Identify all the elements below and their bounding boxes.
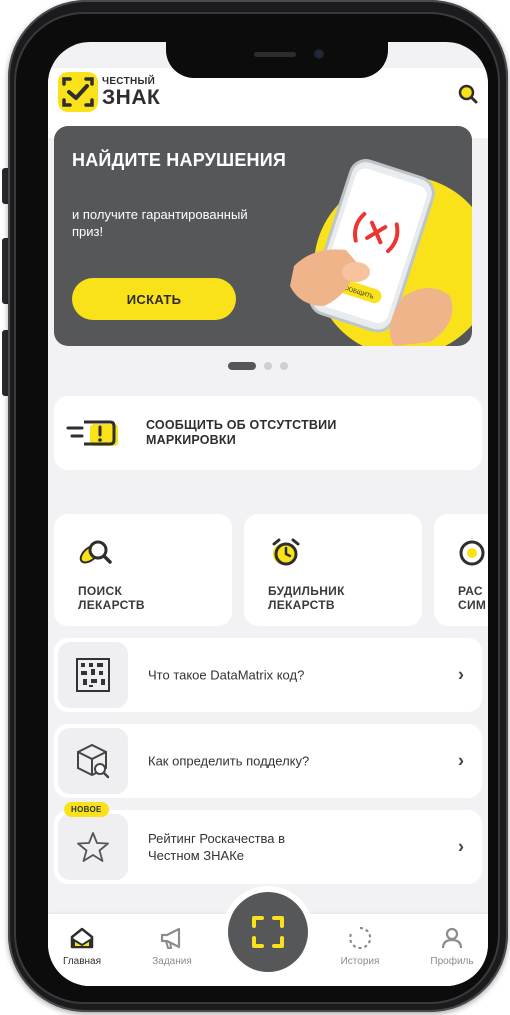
- speaker: [254, 52, 296, 57]
- chevron-right-icon: ›: [458, 750, 464, 771]
- nav-profile-label: Профиль: [430, 956, 474, 967]
- nav-tasks-label: Задания: [152, 956, 192, 967]
- carousel-dot[interactable]: [280, 362, 288, 370]
- service-card-medicine-search[interactable]: ПОИСК ЛЕКАРСТВ: [54, 514, 232, 626]
- nav-tasks[interactable]: Задания: [140, 924, 204, 967]
- app-screen: ЧЕСТНЫЙ ЗНАК НАЙДИТЕ НАРУШЕНИЯ и получит…: [48, 42, 488, 986]
- logo-text-big: ЗНАК: [102, 85, 161, 109]
- nav-profile[interactable]: Профиль: [420, 924, 484, 967]
- partial-service-icon: [459, 540, 485, 566]
- report-card-label: СООБЩИТЬ ОБ ОТСУТСТВИИ МАРКИРОВКИ: [146, 418, 337, 447]
- carousel-dot[interactable]: [264, 362, 272, 370]
- logo-text-small: ЧЕСТНЫЙ: [102, 75, 156, 87]
- list-item-roskachestvo[interactable]: НОВОЕ Рейтинг Роскачества в Честном ЗНАК…: [54, 802, 482, 884]
- scan-button[interactable]: [228, 892, 308, 972]
- box-search-icon: [58, 728, 128, 794]
- report-missing-marking-card[interactable]: СООБЩИТЬ ОБ ОТСУТСТВИИ МАРКИРОВКИ: [54, 396, 482, 470]
- notch: [166, 42, 388, 78]
- datamatrix-icon: [58, 642, 128, 708]
- list-item-counterfeit[interactable]: Как определить подделку? ›: [54, 724, 482, 798]
- app-logo: ЧЕСТНЫЙ ЗНАК: [58, 72, 160, 112]
- scan-frame-icon: [252, 916, 284, 948]
- star-icon: [58, 814, 128, 880]
- alarm-clock-icon: [272, 538, 300, 566]
- search-icon: [458, 84, 478, 104]
- chevron-right-icon: ›: [458, 664, 464, 685]
- list-item-label: Что такое DataMatrix код?: [148, 667, 305, 683]
- megaphone-icon: [160, 927, 181, 949]
- service-label: БУДИЛЬНИК ЛЕКАРСТВ: [268, 584, 345, 612]
- banner-text: и получите гарантированный приз!: [72, 207, 248, 239]
- find-violations-button[interactable]: ИСКАТЬ: [72, 278, 236, 320]
- front-camera: [314, 49, 324, 59]
- nav-home-label: Главная: [62, 956, 102, 967]
- carousel-dot-active[interactable]: [228, 362, 256, 370]
- service-label: РАС СИМ: [458, 584, 487, 612]
- list-item-datamatrix[interactable]: Что такое DataMatrix код? ›: [54, 638, 482, 712]
- carousel-indicator: [228, 362, 296, 370]
- list-item-label: Рейтинг Роскачества в Честном ЗНАКе: [148, 831, 286, 863]
- report-label-icon: [54, 396, 134, 470]
- service-label: ПОИСК ЛЕКАРСТВ: [78, 584, 145, 612]
- service-card-medicine-alarm[interactable]: БУДИЛЬНИК ЛЕКАРСТВ: [244, 514, 422, 626]
- nav-history[interactable]: История: [328, 924, 392, 967]
- service-card-partial[interactable]: РАС СИМ: [434, 514, 488, 626]
- promo-banner[interactable]: НАЙДИТЕ НАРУШЕНИЯ и получите гарантирова…: [54, 126, 472, 346]
- pill-search-icon: [79, 540, 112, 564]
- chevron-right-icon: ›: [458, 836, 464, 857]
- new-badge: НОВОЕ: [64, 802, 109, 817]
- nav-history-label: История: [340, 956, 380, 967]
- profile-icon: [441, 927, 463, 949]
- home-icon: [70, 927, 94, 949]
- history-icon: [349, 926, 372, 950]
- logo-checkmark-icon: [58, 72, 98, 112]
- phone-hand-illustration: СООБЩИТЬ: [290, 159, 472, 346]
- search-button[interactable]: [454, 80, 482, 108]
- nav-home[interactable]: Главная: [50, 924, 114, 967]
- list-item-label: Как определить подделку?: [148, 753, 310, 769]
